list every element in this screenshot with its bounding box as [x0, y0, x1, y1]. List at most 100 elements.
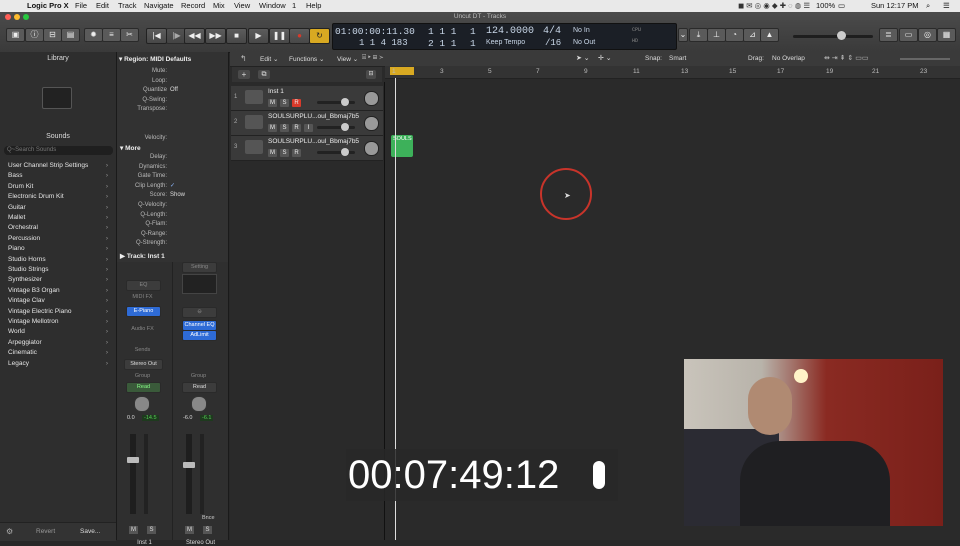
view-menu[interactable]: View ⌄: [337, 55, 358, 63]
group-slot-2[interactable]: Group: [182, 372, 215, 381]
sends-slot[interactable]: Sends: [126, 346, 159, 355]
pan-knob[interactable]: [134, 396, 150, 412]
lcd-display[interactable]: 01:00:00:11.30 1 1 4 183 1 1 1 2 1 1 1 1…: [332, 23, 677, 50]
notes-icon[interactable]: ▭: [899, 28, 918, 42]
menu-clock[interactable]: Sun 12:17 PM: [871, 1, 919, 10]
snap-select[interactable]: Smart: [669, 55, 686, 62]
track-volume-knob[interactable]: [341, 98, 349, 106]
pause-button[interactable]: ❚❚: [269, 28, 290, 44]
track-pan-knob[interactable]: [364, 116, 379, 131]
loop-browser-icon[interactable]: ◎: [918, 28, 937, 42]
track-record-button[interactable]: R: [292, 149, 301, 157]
track-icon[interactable]: [245, 115, 263, 129]
automation-read-button[interactable]: Read: [126, 382, 161, 393]
stop-button[interactable]: ■: [226, 28, 247, 44]
revert-button[interactable]: Revert: [36, 528, 55, 535]
track-name[interactable]: SOULSURPLU...oul_Bbmaj7b5: [268, 138, 359, 145]
toolbar-icon[interactable]: ⊟: [43, 28, 62, 42]
audio-fx-slot[interactable]: Audio FX: [126, 325, 159, 334]
lcd-menu-chevron-icon[interactable]: ⌄: [678, 28, 688, 42]
eq-slot[interactable]: EQ: [126, 280, 161, 291]
track-icon[interactable]: [245, 140, 263, 154]
track-header[interactable]: ▶ Track: Inst 1: [120, 252, 165, 260]
menu-view[interactable]: View: [234, 1, 250, 10]
library-category[interactable]: Orchestral ›: [8, 224, 112, 234]
metronome-icon[interactable]: ▲: [760, 28, 779, 42]
output-slot[interactable]: Stereo Out: [124, 359, 163, 370]
solo-button-2[interactable]: S: [203, 526, 212, 534]
library-category[interactable]: Drum Kit ›: [8, 183, 112, 193]
scissors-icon[interactable]: ✂: [120, 28, 139, 42]
functions-menu[interactable]: Functions ⌄: [289, 55, 324, 63]
library-toggle-icon[interactable]: ▣: [6, 28, 25, 42]
browsers-icon[interactable]: ▦: [937, 28, 956, 42]
tuner-icon[interactable]: ⊥: [707, 28, 726, 42]
global-tracks-icon[interactable]: ⊟: [366, 70, 376, 79]
menu-help[interactable]: Help: [306, 1, 321, 10]
library-category[interactable]: Guitar ›: [8, 204, 112, 214]
track-header-row[interactable]: 3 SOULSURPLU...oul_Bbmaj7b5 M S R: [231, 136, 383, 161]
track-icon[interactable]: [245, 90, 263, 104]
notifications-icon[interactable]: ☰: [943, 1, 950, 10]
drag-select[interactable]: No Overlap: [772, 55, 805, 62]
sounds-search-input[interactable]: Q~Search Sounds: [4, 146, 113, 155]
fast-forward-button[interactable]: ▶▶: [205, 28, 226, 44]
play-button[interactable]: ▶: [248, 28, 269, 44]
replace-icon[interactable]: ⤓: [689, 28, 708, 42]
library-category[interactable]: Studio Strings ›: [8, 266, 112, 276]
menu-one[interactable]: 1: [292, 1, 296, 10]
master-volume-slider[interactable]: [793, 35, 873, 38]
crosshair-tool-icon[interactable]: ✛ ⌄: [598, 54, 612, 62]
lcd-tempo-mode[interactable]: Keep Tempo: [486, 39, 525, 46]
cycle-button[interactable]: ↻: [309, 28, 330, 44]
mixer-icon[interactable]: ✹: [84, 28, 103, 42]
library-category[interactable]: Legacy ›: [8, 360, 112, 370]
library-category[interactable]: Bass ›: [8, 172, 112, 182]
save-button[interactable]: Save...: [80, 528, 100, 535]
menu-mix[interactable]: Mix: [213, 1, 225, 10]
add-track-button[interactable]: +: [238, 70, 250, 79]
library-category[interactable]: Piano ›: [8, 245, 112, 255]
track-solo-button[interactable]: S: [280, 124, 289, 132]
instrument-slot[interactable]: E-Piano: [126, 306, 161, 317]
library-category[interactable]: Vintage Clav ›: [8, 297, 112, 307]
track-pan-knob[interactable]: [364, 91, 379, 106]
library-category[interactable]: Synthesizer ›: [8, 276, 112, 286]
menu-track[interactable]: Track: [118, 1, 136, 10]
group-slot[interactable]: Group: [126, 372, 159, 381]
edit-menu[interactable]: Edit ⌄: [260, 55, 278, 63]
volume-fader-track[interactable]: [130, 434, 136, 514]
track-name[interactable]: Inst 1: [268, 88, 284, 95]
midi-fx-slot[interactable]: MIDI FX: [126, 293, 159, 302]
track-solo-button[interactable]: S: [280, 99, 289, 107]
library-category[interactable]: Vintage B3 Organ ›: [8, 287, 112, 297]
track-mute-button[interactable]: M: [268, 124, 277, 132]
master-volume-knob[interactable]: [837, 31, 846, 40]
mute-button-2[interactable]: M: [185, 526, 194, 534]
spotlight-icon[interactable]: ⌕: [926, 1, 930, 11]
library-category[interactable]: Arpeggiator ›: [8, 339, 112, 349]
library-category[interactable]: World ›: [8, 328, 112, 338]
track-volume-knob[interactable]: [341, 148, 349, 156]
smart-controls-icon[interactable]: ▤: [61, 28, 80, 42]
menu-file[interactable]: File: [75, 1, 87, 10]
track-record-button[interactable]: R: [292, 99, 301, 107]
library-category[interactable]: Cinematic ›: [8, 349, 112, 359]
clip-length-check[interactable]: ✓: [170, 182, 175, 189]
library-category[interactable]: Percussion ›: [8, 235, 112, 245]
lcd-division[interactable]: /16: [545, 38, 561, 48]
close-window-button[interactable]: [5, 14, 11, 20]
rewind-button[interactable]: ◀◀: [184, 28, 205, 44]
library-category[interactable]: Mallet ›: [8, 214, 112, 224]
lcd-time-signature[interactable]: 4/4: [543, 26, 561, 37]
track-volume-slider[interactable]: [317, 126, 355, 129]
track-name[interactable]: SOULSURPLU...oul_Bbmaj7b5: [268, 113, 359, 120]
solo-button[interactable]: S: [147, 526, 156, 534]
catch-icons[interactable]: ⌸ ▸ ⊞ ≻: [362, 54, 383, 62]
menu-navigate[interactable]: Navigate: [144, 1, 174, 10]
volume-fader-cap-2[interactable]: [183, 462, 195, 468]
menu-record[interactable]: Record: [181, 1, 205, 10]
track-volume-slider[interactable]: [317, 151, 355, 154]
track-pan-knob[interactable]: [364, 141, 379, 156]
library-category[interactable]: Electronic Drum Kit ›: [8, 193, 112, 203]
